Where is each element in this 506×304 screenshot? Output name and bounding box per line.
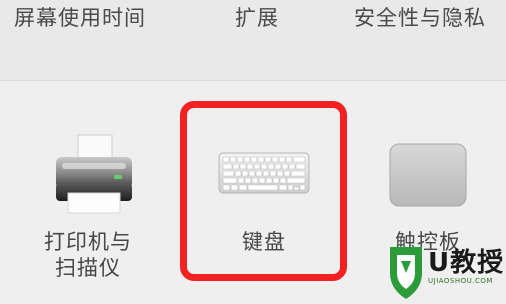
watermark-url: UJIAOSHOU.COM bbox=[428, 277, 493, 285]
pref-extensions[interactable]: 扩展 bbox=[235, 2, 279, 32]
shield-logo-icon bbox=[390, 247, 422, 299]
top-preference-row: 屏幕使用时间 扩展 安全性与隐私 bbox=[0, 0, 506, 80]
watermark-logo: U教授 UJIAOSHOU.COM bbox=[382, 240, 506, 304]
printers-label-line2: 扫描仪 bbox=[55, 256, 121, 280]
printers-label-line1: 打印机与 bbox=[44, 230, 132, 254]
pref-security-privacy[interactable]: 安全性与隐私 bbox=[354, 2, 486, 32]
watermark-text: U教授 bbox=[428, 248, 505, 278]
printer-icon bbox=[56, 134, 132, 214]
keyboard-highlight-box bbox=[180, 101, 347, 281]
trackpad-icon bbox=[389, 143, 467, 207]
pref-screen-time[interactable]: 屏幕使用时间 bbox=[14, 2, 146, 32]
pref-printers-scanners[interactable]: 打印机与 扫描仪 bbox=[30, 128, 140, 288]
